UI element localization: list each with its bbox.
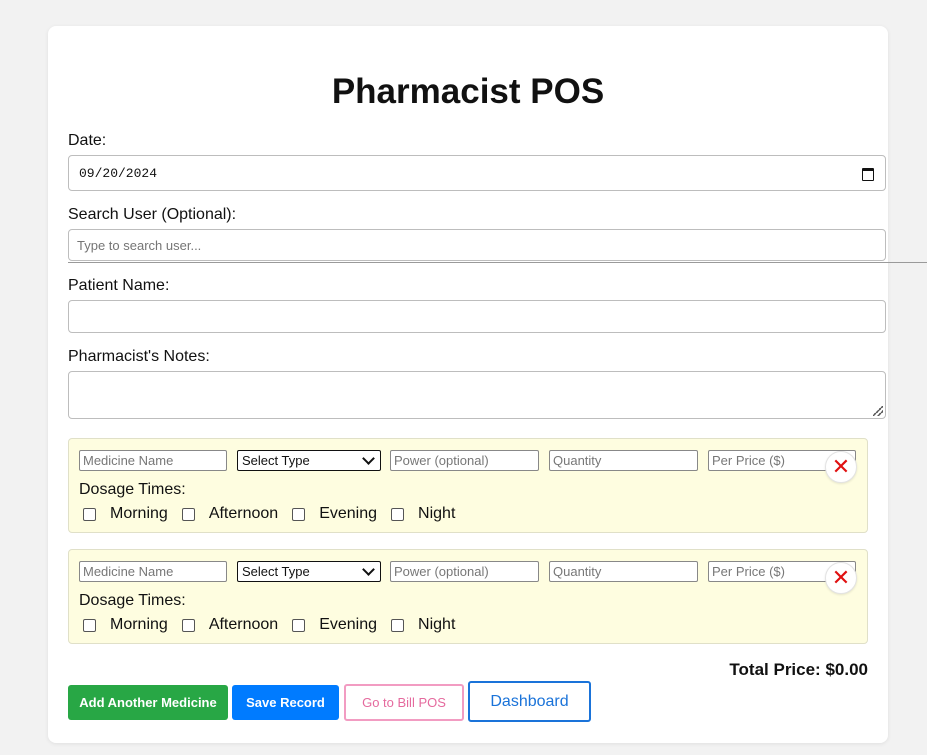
chevron-down-icon xyxy=(362,452,375,465)
chevron-down-icon xyxy=(362,563,375,576)
search-results-divider xyxy=(68,262,927,263)
medicine-entry: Medicine Name Select Type Power (optiona… xyxy=(68,549,868,644)
medicine-type-value: Select Type xyxy=(242,564,310,579)
morning-checkbox[interactable] xyxy=(83,618,96,632)
evening-label: Evening xyxy=(319,505,378,522)
medicine-name-input[interactable]: Medicine Name xyxy=(79,450,227,471)
patient-name-label: Patient Name: xyxy=(68,277,170,294)
pos-card: Pharmacist POS Date: 09/20/2024 Search U… xyxy=(48,26,927,743)
search-user-input[interactable]: Type to search user... xyxy=(68,229,886,261)
afternoon-label: Afternoon xyxy=(208,505,279,522)
dosage-times-label: Dosage Times: xyxy=(79,481,186,498)
morning-label: Morning xyxy=(110,505,168,522)
medicine-type-select[interactable]: Select Type xyxy=(237,450,381,471)
medicine-name-input[interactable]: Medicine Name xyxy=(79,561,227,582)
night-label: Night xyxy=(418,505,456,522)
evening-checkbox[interactable] xyxy=(292,618,306,632)
night-label: Night xyxy=(418,616,456,633)
afternoon-checkbox[interactable] xyxy=(181,507,195,521)
dosage-times-label: Dosage Times: xyxy=(79,592,186,609)
power-input[interactable]: Power (optional) xyxy=(390,450,539,471)
quantity-input[interactable]: Quantity xyxy=(549,561,698,582)
morning-checkbox[interactable] xyxy=(83,507,96,521)
resize-handle-icon[interactable] xyxy=(873,406,883,416)
medicine-type-value: Select Type xyxy=(242,453,310,468)
notes-label: Pharmacist's Notes: xyxy=(68,348,210,365)
notes-textarea[interactable] xyxy=(68,371,886,419)
date-value: 09/20/2024 xyxy=(79,165,158,181)
close-icon[interactable]: ✕ xyxy=(825,562,857,594)
morning-label: Morning xyxy=(110,616,168,633)
search-user-label: Search User (Optional): xyxy=(68,206,237,223)
patient-name-input[interactable] xyxy=(68,300,886,333)
page-title: Pharmacist POS xyxy=(331,72,605,111)
add-medicine-button[interactable]: Add Another Medicine xyxy=(68,685,228,720)
dashboard-button[interactable]: Dashboard xyxy=(468,681,591,722)
afternoon-label: Afternoon xyxy=(208,616,279,633)
evening-label: Evening xyxy=(319,616,378,633)
evening-checkbox[interactable] xyxy=(292,507,306,521)
medicine-entry: Medicine Name Select Type Power (optiona… xyxy=(68,438,868,533)
go-to-bill-button[interactable]: Go to Bill POS xyxy=(344,684,464,721)
night-checkbox[interactable] xyxy=(391,618,405,632)
quantity-input[interactable]: Quantity xyxy=(549,450,698,471)
dosage-times-group: Morning Afternoon Evening Night xyxy=(83,505,469,523)
medicine-type-select[interactable]: Select Type xyxy=(237,561,381,582)
dosage-times-group: Morning Afternoon Evening Night xyxy=(83,616,469,634)
total-price: Total Price: $0.00 xyxy=(729,660,868,679)
save-record-button[interactable]: Save Record xyxy=(232,685,339,720)
power-input[interactable]: Power (optional) xyxy=(390,561,539,582)
night-checkbox[interactable] xyxy=(391,507,405,521)
date-label: Date: xyxy=(68,132,107,149)
search-user-placeholder: Type to search user... xyxy=(77,237,202,253)
calendar-icon[interactable] xyxy=(861,166,875,181)
date-input[interactable]: 09/20/2024 xyxy=(68,155,886,191)
afternoon-checkbox[interactable] xyxy=(181,618,195,632)
close-icon[interactable]: ✕ xyxy=(825,451,857,483)
